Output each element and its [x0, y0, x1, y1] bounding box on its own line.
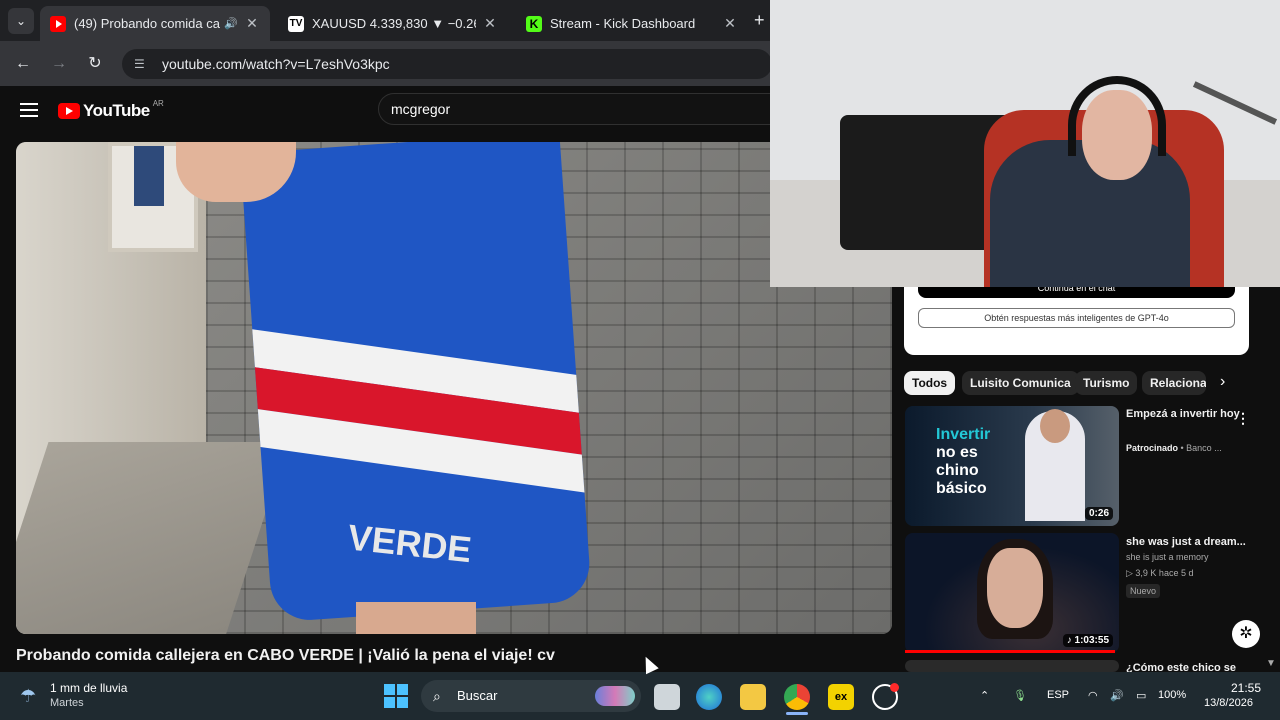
duration-badge: 0:26 — [1084, 507, 1113, 520]
recommendation-title[interactable]: she was just a dream... — [1126, 534, 1246, 550]
file-explorer-icon[interactable] — [740, 684, 766, 710]
chrome-icon[interactable] — [784, 684, 810, 710]
clock-date[interactable]: 13/8/2026 — [1204, 697, 1253, 709]
video-frame-shorts: VERDE — [239, 142, 593, 623]
chip-turismo[interactable]: Turismo — [1075, 371, 1138, 395]
tab-title: Stream - Kick Dashboard — [550, 16, 696, 31]
menu-icon[interactable] — [20, 103, 38, 117]
windows-start-icon[interactable] — [384, 684, 408, 708]
weather-text[interactable]: 1 mm de lluvia — [50, 681, 127, 695]
search-placeholder: Buscar — [457, 688, 498, 703]
watch-progress-bar — [905, 650, 1115, 653]
chevron-right-icon[interactable]: › — [1220, 373, 1225, 391]
exness-icon[interactable]: ex — [828, 684, 854, 710]
ai-assistant-icon[interactable]: ✲ — [1232, 620, 1260, 648]
wifi-icon[interactable]: ◠ — [1088, 689, 1098, 702]
notification-dot — [890, 683, 899, 692]
thumb-person — [987, 548, 1043, 628]
tab-kick[interactable]: K Stream - Kick Dashboard ✕ — [516, 6, 748, 41]
forward-icon[interactable]: → — [47, 52, 71, 76]
webcam-overlay — [770, 0, 1280, 287]
thumb-text: básico — [936, 480, 987, 497]
recommendation-thumbnail[interactable] — [905, 660, 1119, 672]
youtube-play-icon — [58, 103, 80, 119]
weather-day: Martes — [50, 697, 84, 709]
reload-icon[interactable]: ↻ — [83, 52, 107, 76]
recommendation-thumbnail[interactable]: ♪ 1:03:55 — [905, 533, 1119, 653]
recommendation-channel: Patrocinado • Banco ... — [1126, 443, 1222, 453]
rain-cloud-icon[interactable]: ☂ — [20, 686, 36, 707]
chip-todos[interactable]: Todos — [904, 371, 956, 395]
search-input[interactable]: mcgregor — [378, 93, 778, 125]
recommendation-title[interactable]: Empezá a invertir hoy — [1126, 406, 1246, 422]
battery-percent: 100% — [1158, 689, 1187, 701]
thumb-text: chino — [936, 462, 979, 479]
recommendation-meta: ▷ 3,9 K hace 5 d — [1126, 568, 1194, 578]
tab-title: XAUUSD 4.339,830 ▼ −0.26% S — [312, 16, 476, 31]
task-view-icon[interactable] — [654, 684, 680, 710]
gpt-upgrade-button[interactable]: Obtén respuestas más inteligentes de GPT… — [918, 308, 1235, 328]
recommendation-thumbnail[interactable]: Invertir no es chino básico 0:26 — [905, 406, 1119, 526]
scroll-down-icon[interactable]: ▼ — [1266, 658, 1276, 669]
chevron-up-icon[interactable]: ⌃ — [980, 689, 989, 702]
chip-relacionados[interactable]: Relacionad — [1142, 371, 1206, 395]
video-title: Probando comida callejera en CABO VERDE … — [16, 647, 555, 664]
thumb-person — [1025, 409, 1085, 521]
duration-badge: ♪ 1:03:55 — [1062, 634, 1113, 647]
address-bar[interactable]: ☰ youtube.com/watch?v=L7eshVo3kpc — [122, 49, 772, 79]
country-code: AR — [152, 98, 164, 108]
video-frame-leg — [356, 602, 476, 634]
headset-icon — [1068, 76, 1166, 156]
thumb-text: Invertir — [936, 426, 991, 443]
microphone-icon[interactable]: 🎙 — [1013, 689, 1027, 702]
back-icon[interactable]: ← — [11, 52, 35, 76]
tab-youtube[interactable]: (49) Probando comida callejera en CABO V… — [40, 6, 270, 41]
video-player[interactable]: VERDE — [16, 142, 892, 634]
new-badge: Nuevo — [1126, 584, 1161, 598]
recommendation-channel: she is just a memory — [1126, 552, 1209, 562]
tab-search-chevron-icon[interactable]: ⌄ — [8, 8, 34, 34]
close-tab-icon[interactable]: ✕ — [244, 15, 260, 32]
speaker-icon[interactable]: 🔊 — [224, 17, 238, 30]
url-text: youtube.com/watch?v=L7eshVo3kpc — [162, 56, 390, 72]
volume-icon[interactable]: 🔊 — [1110, 689, 1124, 702]
tab-tradingview[interactable]: TV XAUUSD 4.339,830 ▼ −0.26% S ✕ — [278, 6, 508, 41]
chip-luisito[interactable]: Luisito Comunica — [962, 371, 1079, 395]
logo-text: YouTube — [83, 101, 150, 120]
youtube-icon — [50, 15, 66, 32]
thumb-text: no es — [936, 444, 978, 461]
close-tab-icon[interactable]: ✕ — [722, 15, 738, 32]
active-app-indicator — [786, 712, 808, 715]
recommendation-title[interactable]: ¿Cómo este chico se — [1126, 660, 1246, 672]
more-options-icon[interactable]: ⋮ — [1236, 410, 1250, 427]
youtube-logo[interactable]: YouTube AR — [58, 98, 164, 121]
shorts-text: VERDE — [345, 516, 474, 571]
close-tab-icon[interactable]: ✕ — [482, 15, 498, 32]
battery-icon[interactable]: ▭ — [1136, 689, 1146, 702]
new-tab-icon[interactable]: + — [754, 10, 765, 31]
site-info-icon[interactable]: ☰ — [134, 57, 150, 71]
tab-title: (49) Probando comida callejera en CABO V… — [74, 16, 220, 31]
kick-icon: K — [526, 15, 542, 32]
language-indicator[interactable]: ESP — [1047, 689, 1069, 701]
tradingview-icon: TV — [288, 15, 304, 32]
taskbar-search[interactable]: ⌕ Buscar — [421, 680, 641, 712]
clock-time[interactable]: 21:55 — [1231, 681, 1261, 695]
search-highlight-icon — [595, 686, 635, 706]
search-icon: ⌕ — [433, 688, 441, 704]
edge-icon[interactable] — [696, 684, 722, 710]
